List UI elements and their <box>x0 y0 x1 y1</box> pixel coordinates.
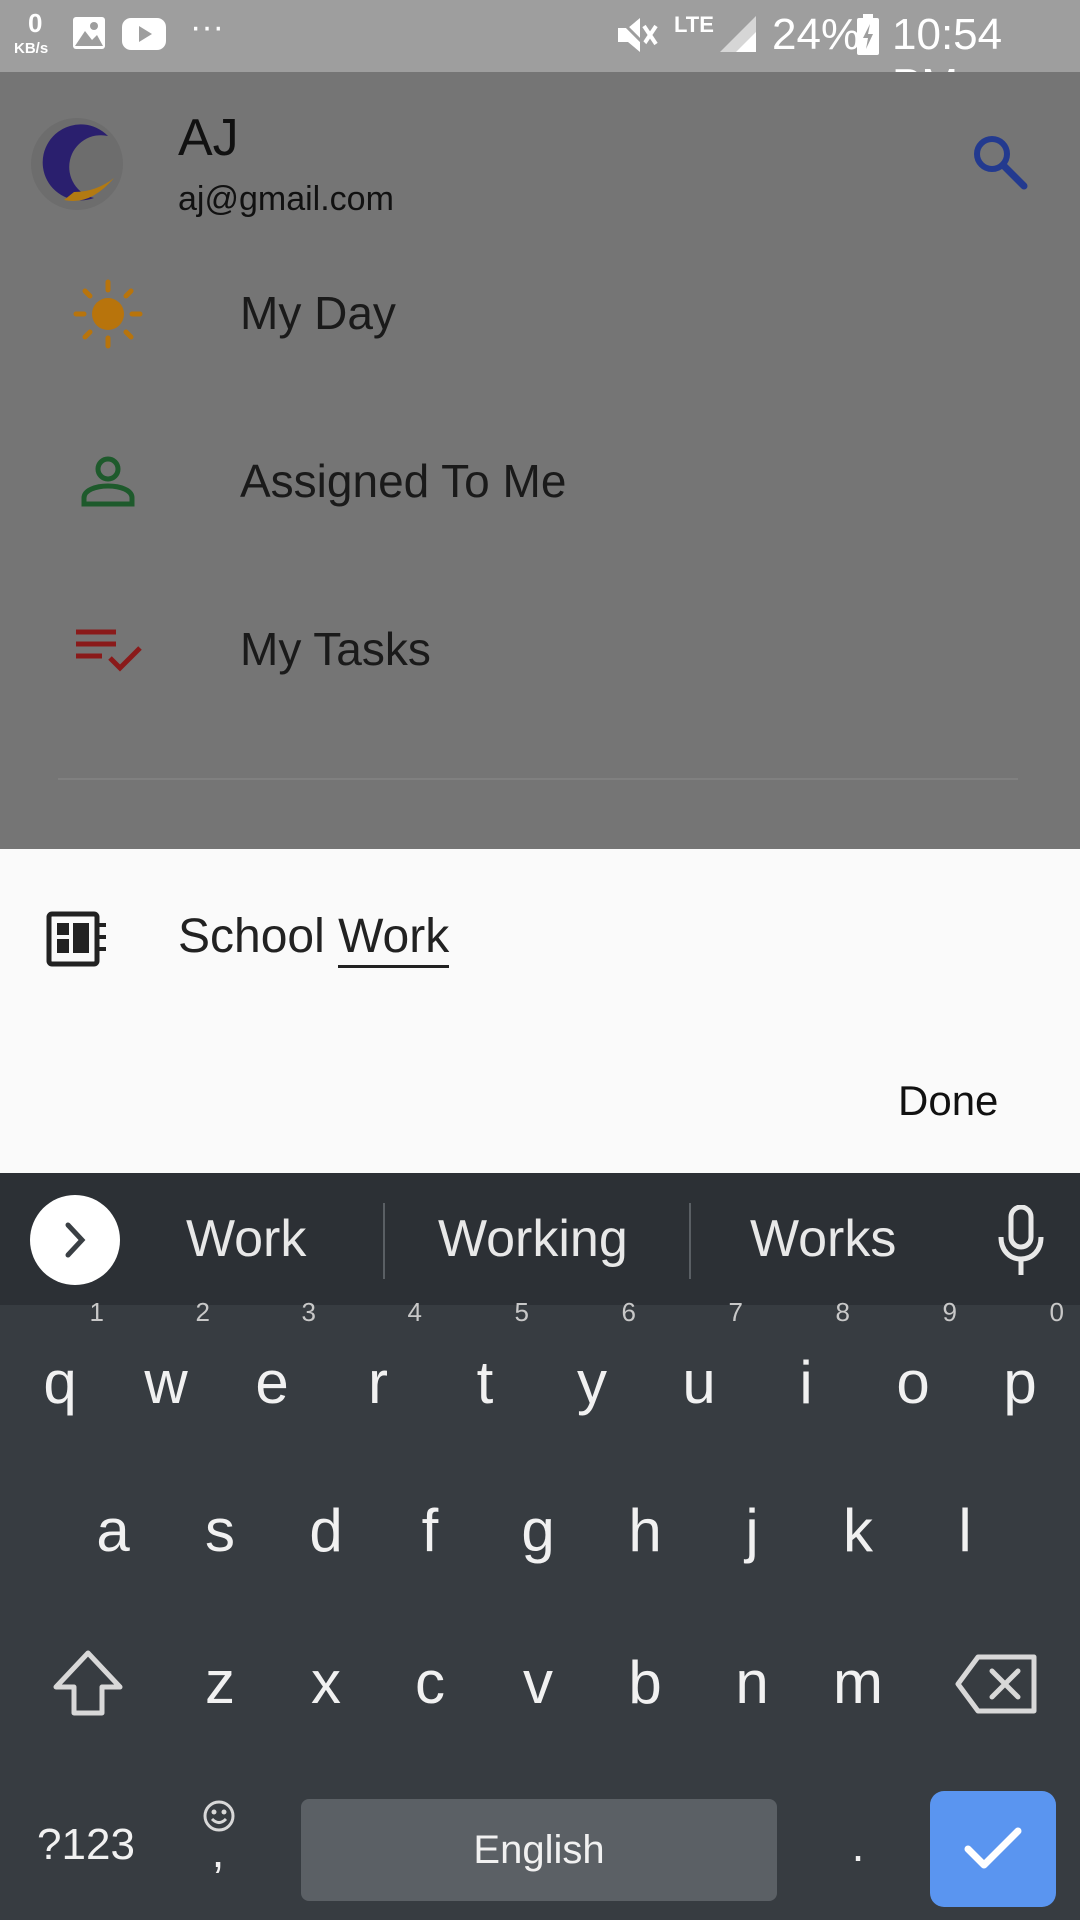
battery-icon <box>857 14 879 55</box>
gallery-icon <box>73 17 105 49</box>
avatar[interactable] <box>30 114 124 214</box>
checkmark-icon <box>964 1827 1022 1869</box>
chevron-right-icon <box>65 1222 86 1258</box>
network-speed-unit: KB/s <box>14 40 49 57</box>
search-icon[interactable] <box>970 132 1030 192</box>
shift-icon <box>53 1650 123 1716</box>
input-composing-text: Work <box>338 910 450 968</box>
sun-icon <box>73 279 143 349</box>
suggestion-works[interactable]: Works <box>750 1209 896 1269</box>
keyboard: Work Working Works q1 w2 e3 r4 t5 y6 u7 … <box>0 1173 1080 1920</box>
navigation-drawer: AJ aj@gmail.com My Day Assigned To Me My… <box>0 72 1080 849</box>
key-z[interactable]: z <box>172 1623 268 1743</box>
key-o[interactable]: o9 <box>865 1297 961 1443</box>
suggestion-divider <box>383 1203 385 1279</box>
key-y[interactable]: y6 <box>544 1297 640 1443</box>
symbols-key[interactable]: ?123 <box>26 1785 146 1905</box>
key-p[interactable]: p0 <box>972 1297 1068 1443</box>
list-name-input[interactable]: School Work <box>178 909 450 968</box>
menu-item-my-day[interactable]: My Day <box>0 252 1080 378</box>
key-e[interactable]: e3 <box>224 1297 320 1443</box>
space-key[interactable]: English <box>301 1799 777 1901</box>
key-d[interactable]: d <box>278 1471 374 1591</box>
list-icon <box>46 911 106 967</box>
key-l[interactable]: l <box>917 1471 1013 1591</box>
menu-item-label: Assigned To Me <box>240 455 567 507</box>
emoji-comma-key[interactable]: , <box>170 1785 266 1905</box>
suggestion-strip: Work Working Works <box>0 1173 1080 1305</box>
key-m[interactable]: m <box>810 1623 906 1743</box>
key-u[interactable]: u7 <box>651 1297 747 1443</box>
key-i[interactable]: i8 <box>758 1297 854 1443</box>
input-text: School <box>178 910 339 963</box>
key-s[interactable]: s <box>172 1471 268 1591</box>
key-r[interactable]: r4 <box>330 1297 426 1443</box>
suggestion-work[interactable]: Work <box>186 1209 306 1269</box>
mute-icon <box>614 14 658 56</box>
comma-label: , <box>211 1825 225 1877</box>
menu-item-label: My Tasks <box>240 623 431 675</box>
period-key[interactable]: . <box>810 1785 906 1905</box>
suggestion-divider <box>689 1203 691 1279</box>
suggestion-working[interactable]: Working <box>438 1209 628 1269</box>
task-list-icon <box>76 629 142 672</box>
backspace-key[interactable] <box>944 1623 1054 1743</box>
key-q[interactable]: q1 <box>12 1297 108 1443</box>
menu-item-label: My Day <box>240 287 396 339</box>
new-list-sheet: School Work Done <box>0 849 1080 1173</box>
key-j[interactable]: j <box>704 1471 800 1591</box>
person-icon <box>81 456 135 507</box>
signal-icon <box>720 16 756 52</box>
key-v[interactable]: v <box>490 1623 586 1743</box>
done-button[interactable]: Done <box>898 1077 998 1125</box>
shift-key[interactable] <box>38 1623 138 1743</box>
menu-item-assigned-to-me[interactable]: Assigned To Me <box>0 420 1080 546</box>
expand-toolbar-button[interactable] <box>30 1195 120 1285</box>
network-speed-value: 0 <box>28 8 43 38</box>
enter-key[interactable] <box>930 1791 1056 1907</box>
backspace-icon <box>955 1654 1037 1714</box>
menu-item-my-tasks[interactable]: My Tasks <box>0 588 1080 714</box>
key-f[interactable]: f <box>382 1471 478 1591</box>
microphone-icon[interactable] <box>996 1205 1046 1277</box>
battery-percent: 24% <box>772 10 861 59</box>
key-c[interactable]: c <box>382 1623 478 1743</box>
key-a[interactable]: a <box>65 1471 161 1591</box>
key-n[interactable]: n <box>704 1623 800 1743</box>
key-b[interactable]: b <box>597 1623 693 1743</box>
youtube-icon <box>122 18 166 50</box>
user-name: AJ <box>178 109 239 167</box>
key-x[interactable]: x <box>278 1623 374 1743</box>
status-bar: 0 KB/s ··· LTE 24% 10:54 PM <box>0 0 1080 109</box>
key-k[interactable]: k <box>810 1471 906 1591</box>
network-type: LTE <box>674 12 714 37</box>
key-h[interactable]: h <box>597 1471 693 1591</box>
overflow-icon: ··· <box>190 8 224 46</box>
key-t[interactable]: t5 <box>437 1297 533 1443</box>
key-w[interactable]: w2 <box>118 1297 214 1443</box>
user-email: aj@gmail.com <box>178 180 394 218</box>
drawer-divider <box>58 778 1018 780</box>
key-g[interactable]: g <box>490 1471 586 1591</box>
